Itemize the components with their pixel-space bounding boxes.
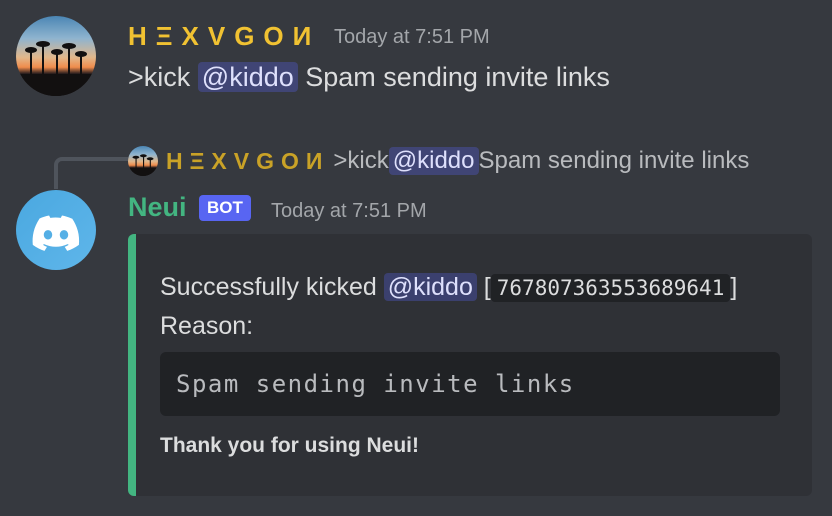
embed-footer: Thank you for using Neui! xyxy=(160,434,420,457)
bot-message-timestamp[interactable]: Today at 7:51 PM xyxy=(271,200,427,223)
embed-user-mention[interactable]: @kiddo xyxy=(383,273,477,301)
user-mention[interactable]: @kiddo xyxy=(197,62,298,92)
reply-connector xyxy=(54,157,128,189)
reply-text-prefix: >kick xyxy=(333,147,389,174)
embed-user-id: 767807363553689641 xyxy=(490,274,731,302)
embed-bracket-open: [ xyxy=(476,273,491,301)
user-avatar[interactable] xyxy=(16,16,96,96)
embed-kicked-text: Successfully kicked xyxy=(160,273,384,301)
message-timestamp[interactable]: Today at 7:51 PM xyxy=(334,26,490,49)
sunset-palm-avatar-icon xyxy=(128,154,158,176)
reply-mention[interactable]: @kiddo xyxy=(388,147,479,175)
embed-line-kicked: Successfully kicked @kiddo [767807363553… xyxy=(160,268,737,307)
message-username[interactable]: HΞXVGOИ xyxy=(128,21,320,52)
reply-preview[interactable]: HΞXVGOИ >kick @kiddo Spam sending invite… xyxy=(128,144,749,178)
bot-badge: BOT xyxy=(199,195,251,221)
embed-description: Successfully kicked @kiddo [767807363553… xyxy=(160,268,737,345)
message-content: >kick @kiddo Spam sending invite links xyxy=(128,62,610,93)
reply-avatar xyxy=(128,146,158,176)
sunset-palm-avatar-icon xyxy=(16,41,96,96)
embed-bracket-close: ] xyxy=(730,273,738,301)
reply-text-suffix: Spam sending invite links xyxy=(478,147,750,174)
discord-logo-icon xyxy=(32,215,80,251)
bot-username[interactable]: Neui xyxy=(128,192,187,223)
message-text-prefix: >kick xyxy=(128,62,198,92)
embed-reason-label: Reason: xyxy=(160,312,254,340)
embed: Successfully kicked @kiddo [767807363553… xyxy=(128,234,812,496)
embed-reason-code: Spam sending invite links xyxy=(160,352,780,416)
reply-username[interactable]: HΞXVGOИ xyxy=(166,148,329,175)
bot-avatar[interactable] xyxy=(16,190,96,270)
message-text-suffix: Spam sending invite links xyxy=(297,62,610,92)
